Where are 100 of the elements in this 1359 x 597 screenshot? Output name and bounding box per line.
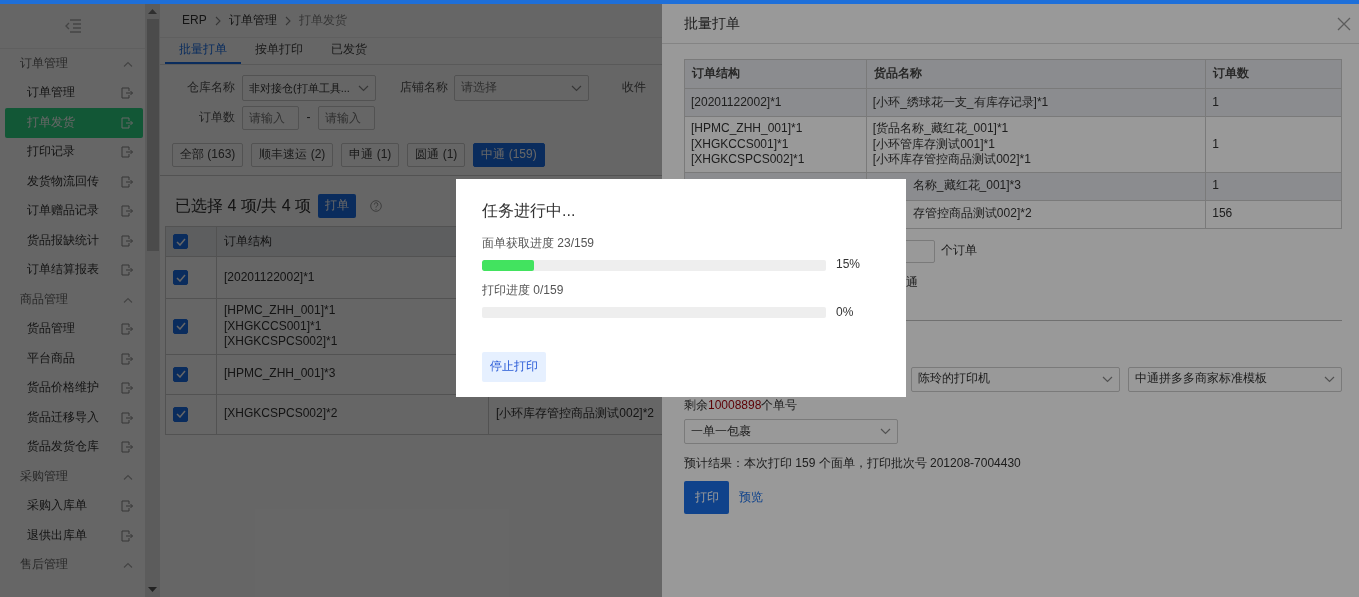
sidebar-item[interactable]: 发货物流回传	[5, 167, 143, 197]
table-cell: 1	[1212, 178, 1219, 193]
exit-icon	[121, 441, 133, 454]
table-cell-text: [20201122002]*1	[224, 269, 316, 286]
column-header: 订单结构	[692, 66, 740, 81]
preview-link[interactable]: 预览	[739, 489, 763, 506]
exit-icon	[121, 411, 133, 424]
table-cell: 156	[1212, 206, 1233, 221]
exit-icon	[121, 234, 133, 247]
chevron-down-icon	[571, 84, 582, 92]
sidebar-item[interactable]: 订单结算报表	[5, 255, 143, 285]
sidebar-item[interactable]: 采购入库单	[5, 491, 143, 521]
exit-icon	[121, 116, 133, 129]
table-cell: 1	[1212, 136, 1219, 151]
remaining-count-text: 剩余10008898个单号	[684, 397, 799, 414]
chevron-right-icon	[284, 15, 291, 26]
tab[interactable]: 批量打单	[165, 38, 241, 64]
field-label: 仓库名称	[186, 80, 236, 96]
table-cell-text: [货品名称_藏红花_001]*1 [小环管库存测试001]*1 [小环库存管控商品测试002]*1	[872, 121, 1032, 168]
stop-print-button[interactable]: 停止打印	[482, 352, 546, 383]
table-cell-text: [HPMC_ZHH_001]*1 [XHGKCCS001]*1 [XHGKCSPCS002]*1	[224, 303, 339, 350]
field-label: 店铺名称	[399, 80, 449, 96]
scrollbar[interactable]	[145, 4, 160, 597]
checkbox[interactable]	[173, 406, 188, 422]
checkbox[interactable]	[173, 234, 188, 249]
exit-icon	[121, 175, 133, 188]
carrier-filter-button[interactable]: 申通 (1)	[341, 143, 400, 167]
print-button[interactable]: 打印	[684, 480, 729, 514]
chevron-down-icon	[1324, 375, 1335, 383]
carrier-filter-button[interactable]: 中通 (159)	[473, 143, 545, 167]
sidebar-item[interactable]: 退供出库单	[5, 521, 143, 551]
sidebar-item[interactable]: 订单赠品记录	[5, 196, 143, 226]
chevron-icon	[123, 60, 133, 67]
exit-icon	[121, 529, 133, 542]
chevron-icon	[123, 473, 133, 480]
dialog-title: 任务进行中...	[482, 201, 577, 221]
progress-reading: 15%	[836, 257, 861, 273]
scroll-down-icon[interactable]	[148, 587, 157, 593]
template-select[interactable]: 中通拼多多商家标准模板	[1128, 366, 1342, 392]
exit-icon	[121, 205, 133, 218]
package-mode-select[interactable]: 一单一包裹	[684, 419, 898, 445]
exit-icon	[121, 146, 133, 159]
carrier-filter-button[interactable]: 圆通 (1)	[407, 143, 466, 167]
progress-reading: 0%	[836, 304, 854, 321]
sidebar-item[interactable]: 货品报缺统计	[5, 226, 143, 256]
chevron-icon	[123, 562, 133, 569]
tab[interactable]: 按单打印	[241, 38, 317, 64]
exit-icon	[121, 264, 133, 277]
column-header: 货品名称	[873, 66, 922, 81]
checkbox[interactable]	[173, 366, 188, 382]
carrier-filter-button[interactable]: 顺丰速运 (2)	[251, 143, 334, 167]
chevron-right-icon	[214, 15, 221, 26]
sidebar-item[interactable]: 货品管理	[5, 314, 143, 344]
exit-icon	[121, 87, 133, 100]
sidebar-item[interactable]: 平台商品	[5, 344, 143, 374]
warehouse-select[interactable]: 非对接仓(打单工具...	[242, 75, 376, 101]
table-cell-text: [XHGKCSPCS002]*2	[224, 406, 339, 423]
scroll-up-icon[interactable]	[148, 8, 157, 14]
table-cell-text: [小环库存管控商品测试002]*2	[496, 406, 656, 423]
order-unit-label: 个订单	[941, 243, 977, 260]
carrier-filter-button[interactable]: 全部 (163)	[172, 143, 244, 167]
column-header: 订单结构	[224, 233, 272, 248]
table-cell-text: [HPMC_ZHH_001]*1 [XHGKCCS001]*1 [XHGKCSPCS002]*1	[691, 121, 806, 168]
close-icon[interactable]	[1337, 16, 1351, 31]
sidebar-item[interactable]: 订单管理	[5, 78, 143, 108]
field-label: 订单数	[198, 110, 236, 126]
checkbox[interactable]	[173, 318, 188, 334]
breadcrumb-item[interactable]: ERP	[182, 12, 207, 29]
chevron-down-icon	[880, 428, 891, 436]
chevron-down-icon	[358, 84, 369, 92]
print-orders-button[interactable]: 打单	[318, 194, 357, 218]
chevron-down-icon	[1102, 375, 1113, 383]
column-header: 订单数	[1213, 66, 1250, 81]
table-cell-text: 存管控商品测试002]*2	[912, 206, 1033, 223]
exit-icon	[121, 323, 133, 336]
carrier-label: 通	[906, 274, 918, 289]
drawer-title: 批量打单	[684, 14, 740, 33]
sidebar-item[interactable]: 货品发货仓库	[5, 432, 143, 462]
field-label: 收件	[622, 80, 646, 96]
breadcrumb-item[interactable]: 订单管理	[228, 12, 277, 29]
exit-icon	[121, 382, 133, 395]
table-cell-text: [20201122002]*1	[691, 94, 783, 111]
table-cell: 1	[1212, 94, 1219, 109]
menu-icon[interactable]	[64, 19, 81, 33]
range-separator: -	[305, 110, 312, 126]
table-cell-text: [小环_绣球花一支_有库存记录]*1	[872, 94, 1050, 111]
exit-icon	[121, 352, 133, 365]
progress-label: 打印进度 0/159	[482, 283, 565, 299]
tab[interactable]: 已发货	[317, 38, 381, 64]
help-icon	[370, 200, 383, 212]
progress-label: 面单获取进度 23/159	[482, 235, 596, 252]
checkbox[interactable]	[173, 270, 188, 285]
sidebar-item[interactable]: 打印记录	[5, 137, 143, 167]
table-cell-text: [HPMC_ZHH_001]*3	[224, 366, 337, 383]
chevron-icon	[123, 296, 133, 303]
table-cell-text: 名称_藏红花_001]*3	[912, 178, 1022, 195]
sidebar-item[interactable]: 货品迁移导入	[5, 403, 143, 433]
sidebar-item[interactable]: 货品价格维护	[5, 373, 143, 403]
estimate-text: 预计结果：本次打印 159 个面单，打印批次号 201208-7004430	[684, 456, 1022, 472]
printer-select[interactable]: 陈玲的打印机	[911, 366, 1120, 392]
